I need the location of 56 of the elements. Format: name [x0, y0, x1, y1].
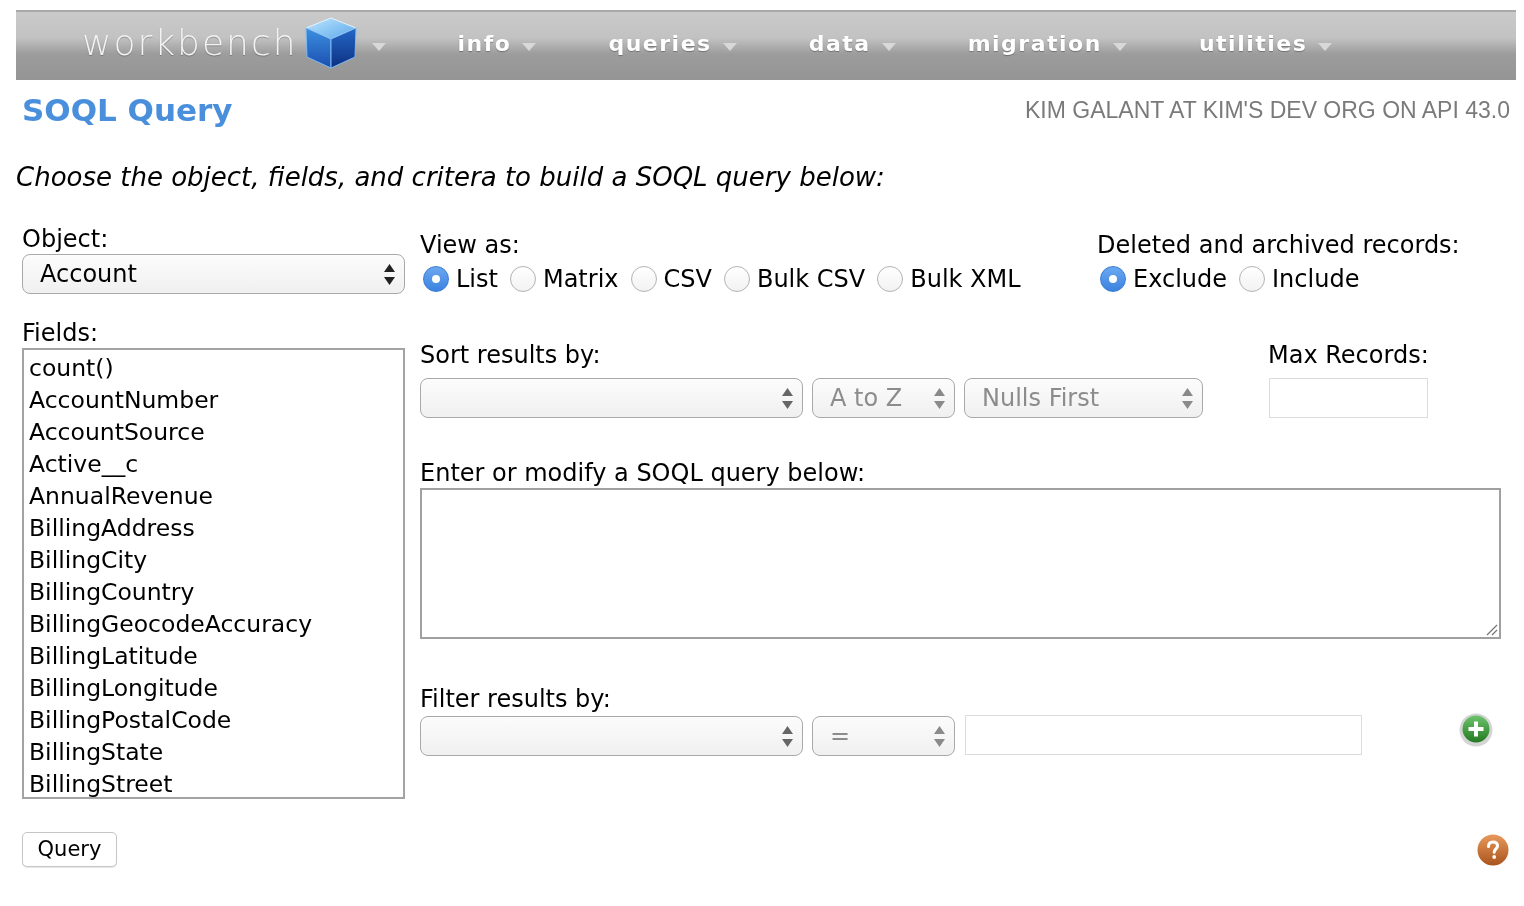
caret-icon [522, 43, 537, 51]
radio-option[interactable]: Bulk XML [877, 265, 1021, 293]
radio-option[interactable]: Include [1239, 265, 1360, 293]
resize-grip-icon[interactable] [1486, 624, 1498, 636]
field-option[interactable]: AnnualRevenue [28, 480, 403, 512]
radio-option[interactable]: List [423, 265, 498, 293]
up-down-arrows-icon [782, 387, 793, 409]
filter-value-field[interactable] [965, 715, 1362, 755]
caret-icon [371, 43, 386, 51]
fields-label: Fields: [22, 319, 98, 347]
sort-label: Sort results by: [420, 341, 601, 369]
field-option[interactable]: Active__c [28, 448, 403, 480]
field-option[interactable]: count() [28, 352, 403, 384]
select-field[interactable]: Account [22, 254, 405, 294]
field-option[interactable]: BillingCountry [28, 576, 403, 608]
field-option[interactable]: AccountSource [28, 416, 403, 448]
page-title: SOQL Query [22, 94, 233, 126]
query-label: Enter or modify a SOQL query below: [420, 459, 866, 487]
up-down-arrows-icon [782, 725, 793, 747]
add-icon[interactable] [1459, 713, 1493, 747]
radio-option[interactable]: Matrix [509, 265, 619, 293]
fields-listbox[interactable] [22, 348, 405, 799]
field-option[interactable]: BillingStreet [28, 768, 403, 797]
select-field[interactable] [420, 716, 803, 756]
cube-icon [303, 16, 358, 70]
select-field[interactable] [420, 378, 803, 418]
radio-option[interactable]: CSV [630, 265, 712, 293]
deleted-records-label: Deleted and archived records: [1097, 231, 1460, 259]
field-option[interactable]: BillingPostalCode [28, 704, 403, 736]
up-down-arrows-icon [1182, 387, 1193, 409]
field-option[interactable]: BillingState [28, 736, 403, 768]
field-option[interactable]: BillingAddress [28, 512, 403, 544]
field-option[interactable]: BillingLongitude [28, 672, 403, 704]
field-option[interactable]: AccountNumber [28, 384, 403, 416]
field-option[interactable]: BillingCity [28, 544, 403, 576]
help-icon[interactable] [1477, 833, 1509, 866]
query-button[interactable]: Query [22, 832, 117, 867]
filter-label: Filter results by: [420, 685, 611, 713]
query-textarea[interactable] [420, 488, 1501, 639]
field-option[interactable]: BillingLatitude [28, 640, 403, 672]
instructions-text: Choose the object, fields, and critera to build a SOQL query below: [16, 162, 885, 192]
up-down-arrows-icon [934, 387, 945, 409]
object-label: Object: [22, 225, 109, 253]
caret-icon [722, 43, 737, 51]
up-down-arrows-icon [384, 263, 395, 285]
field-option[interactable]: BillingGeocodeAccuracy [28, 608, 403, 640]
up-down-arrows-icon [934, 725, 945, 747]
caret-icon [881, 43, 896, 51]
radio-option[interactable]: Exclude [1100, 265, 1228, 293]
caret-icon [1318, 43, 1333, 51]
view-as-label: View as: [420, 231, 520, 259]
caret-icon [1112, 43, 1127, 51]
radio-option[interactable]: Bulk CSV [723, 265, 866, 293]
max-records-field[interactable] [1269, 378, 1428, 418]
user-info: KIM GALANT AT KIM'S DEV ORG ON API 43.0 [1025, 95, 1510, 125]
max-records-label: Max Records: [1268, 341, 1429, 369]
